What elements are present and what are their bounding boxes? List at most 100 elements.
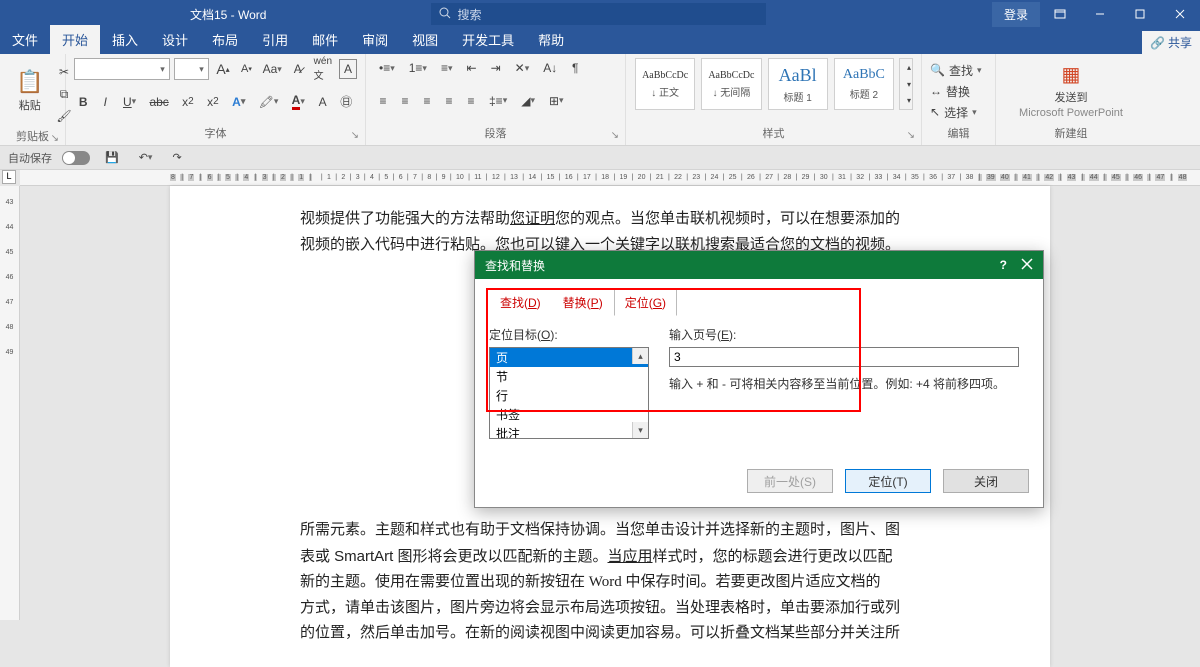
ribbon-display-icon[interactable] [1040, 0, 1080, 28]
minimize-icon[interactable] [1080, 0, 1120, 28]
page-number-input[interactable] [669, 347, 1019, 367]
italic-button[interactable]: I [96, 92, 114, 112]
menu-references[interactable]: 引用 [250, 25, 300, 54]
goto-target-list[interactable]: 页 节 行 书签 批注 脚注 ▴ ▾ [489, 347, 649, 439]
styles-more-button[interactable]: ▾ [900, 92, 918, 109]
scroll-up-button[interactable]: ▴ [632, 348, 648, 364]
line-spacing-button[interactable]: ‡≡▾ [484, 91, 512, 111]
replace-button[interactable]: ↔替换 [930, 81, 987, 101]
vertical-ruler[interactable]: 43444546474849 [0, 186, 20, 620]
menu-mail[interactable]: 邮件 [300, 25, 350, 54]
underline-button[interactable]: U▾ [118, 92, 141, 112]
list-item[interactable]: 行 [490, 386, 648, 405]
align-center-button[interactable]: ≡ [396, 91, 414, 111]
launcher-icon[interactable]: ↘ [907, 130, 915, 141]
font-size-select[interactable]: ▾ [174, 58, 209, 80]
list-item[interactable]: 书签 [490, 405, 648, 424]
dialog-titlebar[interactable]: 查找和替换 ? [475, 251, 1043, 279]
undo-button[interactable]: ↶▾ [134, 148, 158, 168]
autosave-toggle[interactable] [62, 151, 90, 165]
char-shading-button[interactable]: A [314, 92, 332, 112]
grow-font-button[interactable]: A▴ [213, 59, 233, 79]
menu-dev[interactable]: 开发工具 [450, 25, 526, 54]
distribute-button[interactable]: ≡ [462, 91, 480, 111]
bullets-button[interactable]: •≡▾ [374, 58, 400, 78]
share-button[interactable]: 🔗共享 [1142, 31, 1200, 54]
styles-up-button[interactable]: ▴ [900, 59, 918, 76]
text-direction-button[interactable]: ✕▾ [510, 58, 535, 78]
char-border-button[interactable]: A [339, 59, 357, 79]
bold-button[interactable]: B [74, 92, 92, 112]
group-label-clipboard: 剪贴板↘ [8, 126, 57, 146]
phonetic-button[interactable]: wén文 [311, 59, 335, 79]
font-family-select[interactable]: ▾ [74, 58, 170, 80]
superscript-button[interactable]: x2 [202, 92, 223, 112]
styles-down-button[interactable]: ▾ [900, 76, 918, 93]
paste-button[interactable]: 📋 粘贴 [8, 58, 51, 124]
tab-find[interactable]: 查找(D) [489, 289, 552, 316]
launcher-icon[interactable]: ↘ [51, 133, 59, 144]
style-nospacing[interactable]: AaBbCcDc↓ 无间隔 [701, 58, 761, 110]
menu-review[interactable]: 审阅 [350, 25, 400, 54]
page-number-label: 输入页号(E): [669, 326, 1019, 343]
find-button[interactable]: 🔍查找▾ [930, 60, 987, 80]
send-to-ppt-button[interactable]: ▦ 发送到 Microsoft PowerPoint [1004, 58, 1138, 123]
tab-selector[interactable]: L [2, 170, 16, 184]
help-icon[interactable]: ? [1000, 258, 1007, 272]
align-right-button[interactable]: ≡ [418, 91, 436, 111]
menu-help[interactable]: 帮助 [526, 25, 576, 54]
horizontal-ruler[interactable]: 8|7|6|5|4|3|2|1||1|2|3|4|5|6|7|8|9|10|11… [20, 170, 1200, 186]
shrink-font-button[interactable]: A▾ [237, 59, 255, 79]
menu-layout[interactable]: 布局 [200, 25, 250, 54]
increase-indent-button[interactable]: ⇥ [486, 58, 506, 78]
login-button[interactable]: 登录 [992, 2, 1040, 27]
justify-button[interactable]: ≡ [440, 91, 458, 111]
show-marks-button[interactable]: ¶ [566, 58, 584, 78]
highlight-button[interactable]: 🖍▾ [254, 92, 283, 112]
list-item[interactable]: 页 [490, 348, 648, 367]
launcher-icon[interactable]: ↘ [351, 130, 359, 141]
menu-file[interactable]: 文件 [0, 25, 50, 54]
change-case-button[interactable]: Aa▾ [260, 59, 285, 79]
enclose-char-button[interactable]: ㊐ [336, 92, 357, 112]
clear-format-button[interactable]: A̷ [289, 59, 307, 79]
eraser-icon: A̷ [294, 62, 302, 76]
align-left-button[interactable]: ≡ [374, 91, 392, 111]
prev-button[interactable]: 前一处(S) [747, 469, 833, 493]
style-heading1[interactable]: AaBl标题 1 [768, 58, 828, 110]
chevron-down-icon: ▾ [199, 64, 204, 75]
launcher-icon[interactable]: ↘ [611, 130, 619, 141]
shading-button[interactable]: ◢▾ [516, 91, 540, 111]
text-effects-button[interactable]: A▾ [227, 92, 250, 112]
tab-goto[interactable]: 定位(G) [614, 289, 677, 316]
body-text: 视频提供了功能强大的方法帮助您证明您的观点。当您单击联机视频时，可以在想要添加的 [300, 206, 920, 233]
menu-view[interactable]: 视图 [400, 25, 450, 54]
close-icon[interactable] [1160, 0, 1200, 28]
subscript-button[interactable]: x2 [177, 92, 198, 112]
decrease-indent-button[interactable]: ⇤ [462, 58, 482, 78]
maximize-icon[interactable] [1120, 0, 1160, 28]
redo-button[interactable]: ↷ [167, 148, 186, 168]
ribbon-group-styles: AaBbCcDc↓ 正文 AaBbCcDc↓ 无间隔 AaBl标题 1 AaBb… [626, 54, 922, 145]
strike-button[interactable]: abc [145, 92, 173, 112]
scroll-down-button[interactable]: ▾ [632, 422, 648, 438]
style-heading2[interactable]: AaBbC标题 2 [834, 58, 894, 110]
list-item[interactable]: 批注 [490, 424, 648, 439]
close-button[interactable]: 关闭 [943, 469, 1029, 493]
menu-design[interactable]: 设计 [150, 25, 200, 54]
font-color-button[interactable]: A▾ [287, 92, 310, 112]
menu-insert[interactable]: 插入 [100, 25, 150, 54]
tab-replace[interactable]: 替换(P) [552, 289, 614, 316]
menu-home[interactable]: 开始 [50, 25, 100, 54]
multilevel-button[interactable]: ≡▾ [436, 58, 458, 78]
borders-button[interactable]: ⊞▾ [544, 91, 569, 111]
numbering-button[interactable]: 1≡▾ [404, 58, 432, 78]
goto-button[interactable]: 定位(T) [845, 469, 931, 493]
save-button[interactable]: 💾 [100, 148, 124, 168]
close-icon[interactable] [1021, 258, 1033, 273]
sort-button[interactable]: A↓ [538, 58, 562, 78]
select-button[interactable]: ↖选择▾ [930, 102, 987, 122]
style-normal[interactable]: AaBbCcDc↓ 正文 [635, 58, 695, 110]
search-box[interactable]: 搜索 [431, 3, 766, 25]
list-item[interactable]: 节 [490, 367, 648, 386]
